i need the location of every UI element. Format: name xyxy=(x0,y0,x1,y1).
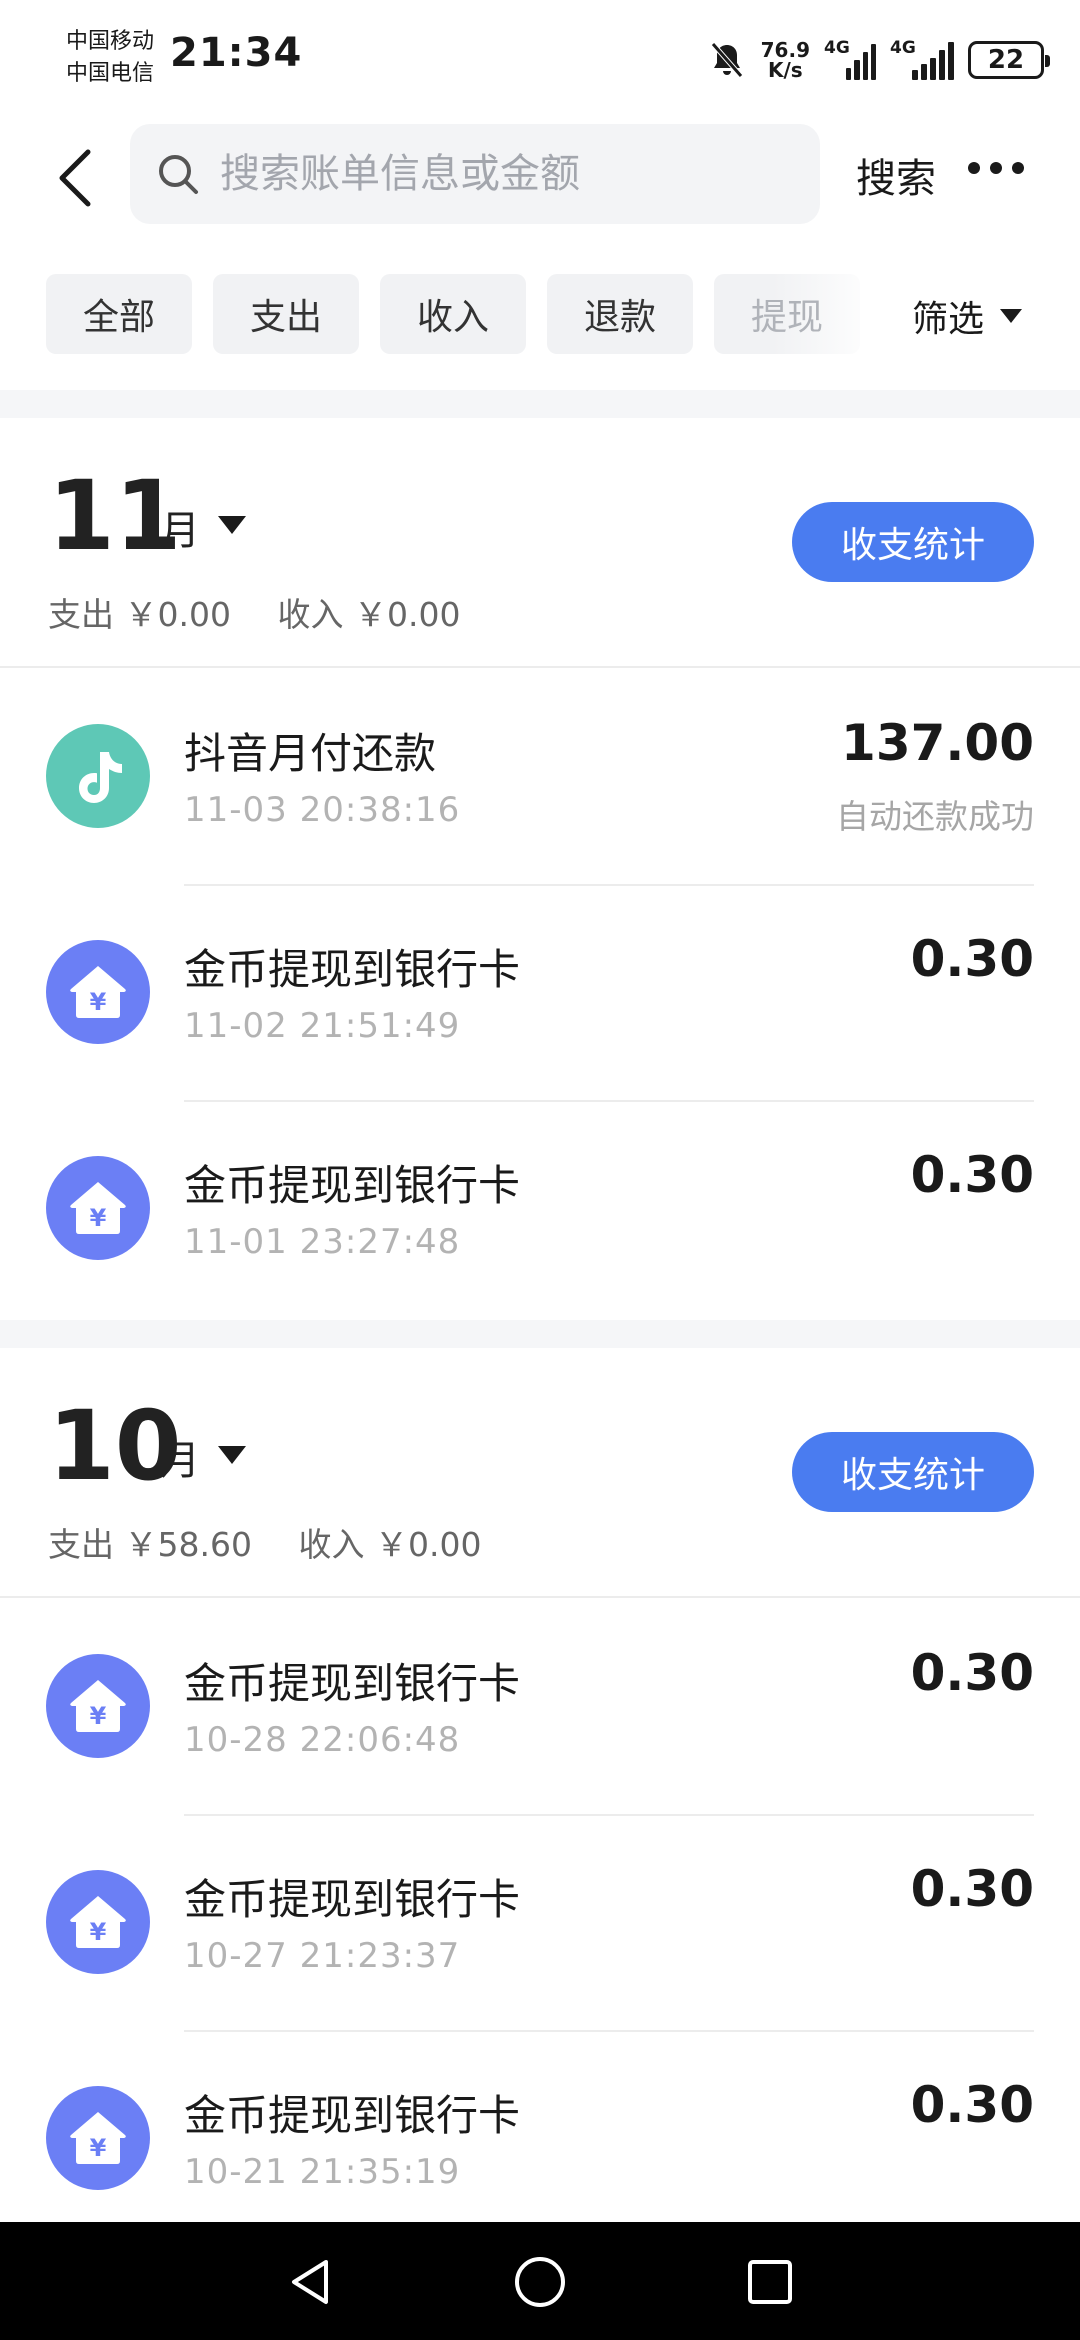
transaction-amount: 0.30 xyxy=(910,1146,1034,1204)
carrier-info: 中国移动 中国电信 xyxy=(66,26,154,90)
transaction-title: 金币提现到银行卡 xyxy=(184,1161,521,1210)
circle-home-icon xyxy=(515,2257,565,2307)
carrier-2: 中国电信 xyxy=(66,61,155,86)
month-header-11: 11 月 支出 ￥0.00 收入 ￥0.00 收支统计 xyxy=(0,418,1080,668)
transaction-amount: 0.30 xyxy=(910,2076,1034,2134)
svg-text:¥: ¥ xyxy=(90,1918,107,1946)
svg-text:¥: ¥ xyxy=(90,1702,107,1730)
filter-button[interactable]: 筛选 xyxy=(912,290,1023,342)
section-gap xyxy=(0,390,1080,418)
transaction-row[interactable]: ¥ 金币提现到银行卡 10-28 22:06:48 0.30 xyxy=(0,1600,1080,1816)
transaction-time: 10-27 21:23:37 xyxy=(184,1936,461,1976)
stats-button[interactable]: 收支统计 xyxy=(792,1432,1034,1512)
carrier-1: 中国移动 xyxy=(66,29,155,54)
transaction-row[interactable]: ¥ 金币提现到银行卡 10-27 21:23:37 0.30 xyxy=(0,1816,1080,2032)
svg-text:¥: ¥ xyxy=(90,988,107,1016)
month-picker-icon[interactable] xyxy=(218,516,246,534)
triangle-back-icon xyxy=(292,2260,328,2304)
more-options-icon[interactable] xyxy=(968,162,1024,174)
coin-house-icon: ¥ xyxy=(46,2086,150,2190)
tab-income[interactable]: 收入 xyxy=(380,274,526,354)
transaction-time: 11-01 23:27:48 xyxy=(184,1222,461,1262)
svg-text:¥: ¥ xyxy=(90,1204,107,1232)
filter-label: 筛选 xyxy=(912,299,985,340)
caret-down-icon xyxy=(1000,309,1023,323)
coin-house-icon: ¥ xyxy=(46,1654,150,1758)
net-speed: 76.9 K/s xyxy=(760,38,810,82)
month-summary: 支出 ￥58.60 收入 ￥0.00 xyxy=(48,1525,482,1564)
transaction-status: 自动还款成功 xyxy=(836,797,1034,836)
search-icon xyxy=(159,155,198,194)
transaction-row[interactable]: 抖音月付还款 11-03 20:38:16 137.00 自动还款成功 xyxy=(0,670,1080,886)
battery-level: 22 xyxy=(987,45,1025,75)
transaction-title: 金币提现到银行卡 xyxy=(184,945,521,994)
transaction-amount: 0.30 xyxy=(910,1860,1034,1918)
search-header: 搜索 xyxy=(0,118,1080,238)
transaction-title: 金币提现到银行卡 xyxy=(184,2091,521,2140)
coin-house-icon: ¥ xyxy=(46,1156,150,1260)
transaction-row[interactable]: ¥ 金币提现到银行卡 10-21 21:35:19 0.30 xyxy=(0,2032,1080,2248)
transaction-title: 金币提现到银行卡 xyxy=(184,1875,521,1924)
month-unit: 月 xyxy=(160,508,200,554)
signal-2-icon: 4G xyxy=(890,38,954,80)
transaction-time: 10-21 21:35:19 xyxy=(184,2152,461,2192)
battery-icon: 22 xyxy=(968,41,1050,79)
chevron-left-icon xyxy=(59,149,91,207)
tab-expense[interactable]: 支出 xyxy=(213,274,359,354)
income-total: ￥0.00 xyxy=(353,595,461,634)
transaction-time: 11-02 21:51:49 xyxy=(184,1006,461,1046)
status-icons: 76.9 K/s 4G 4G 22 xyxy=(707,34,1050,86)
douyin-icon xyxy=(46,724,150,828)
transaction-time: 11-03 20:38:16 xyxy=(184,790,461,830)
month-summary: 支出 ￥0.00 收入 ￥0.00 xyxy=(48,595,461,634)
month-unit: 月 xyxy=(160,1438,200,1484)
system-nav-bar xyxy=(0,2222,1080,2340)
tab-all[interactable]: 全部 xyxy=(46,274,192,354)
search-button[interactable]: 搜索 xyxy=(856,146,936,204)
tab-withdraw[interactable]: 提现 xyxy=(714,274,860,354)
status-bar: 中国移动 中国电信 21:34 76.9 K/s 4G 4G 22 xyxy=(0,0,1080,118)
expense-total: ￥0.00 xyxy=(124,595,231,634)
svg-text:¥: ¥ xyxy=(90,2134,107,2162)
square-recents-icon xyxy=(748,2260,792,2304)
transaction-row[interactable]: ¥ 金币提现到银行卡 11-02 21:51:49 0.30 xyxy=(0,886,1080,1102)
stats-button[interactable]: 收支统计 xyxy=(792,502,1034,582)
expense-total: ￥58.60 xyxy=(124,1525,252,1564)
nav-back-button[interactable] xyxy=(280,2252,340,2312)
nav-home-button[interactable] xyxy=(510,2252,570,2312)
income-total: ￥0.00 xyxy=(374,1525,482,1564)
month-header-10: 10 月 支出 ￥58.60 收入 ￥0.00 收支统计 xyxy=(0,1348,1080,1598)
nav-recents-button[interactable] xyxy=(740,2252,800,2312)
signal-1-icon: 4G xyxy=(824,38,876,80)
search-input[interactable] xyxy=(220,151,780,197)
transaction-amount: 0.30 xyxy=(910,1644,1034,1702)
clock: 21:34 xyxy=(170,30,303,76)
transaction-amount: 0.30 xyxy=(910,930,1034,988)
filter-tabs: 全部 支出 收入 退款 提现 筛选 xyxy=(0,274,1080,356)
transaction-title: 金币提现到银行卡 xyxy=(184,1659,521,1708)
transaction-title: 抖音月付还款 xyxy=(184,729,437,778)
search-box[interactable] xyxy=(130,124,820,224)
coin-house-icon: ¥ xyxy=(46,940,150,1044)
transaction-amount: 137.00 xyxy=(841,714,1034,772)
transaction-time: 10-28 22:06:48 xyxy=(184,1720,461,1760)
back-button[interactable] xyxy=(46,138,106,218)
mute-bell-icon xyxy=(710,42,743,78)
section-gap xyxy=(0,1320,1080,1348)
month-picker-icon[interactable] xyxy=(218,1446,246,1464)
coin-house-icon: ¥ xyxy=(46,1870,150,1974)
transaction-row[interactable]: ¥ 金币提现到银行卡 11-01 23:27:48 0.30 xyxy=(0,1102,1080,1318)
tab-refund[interactable]: 退款 xyxy=(547,274,693,354)
